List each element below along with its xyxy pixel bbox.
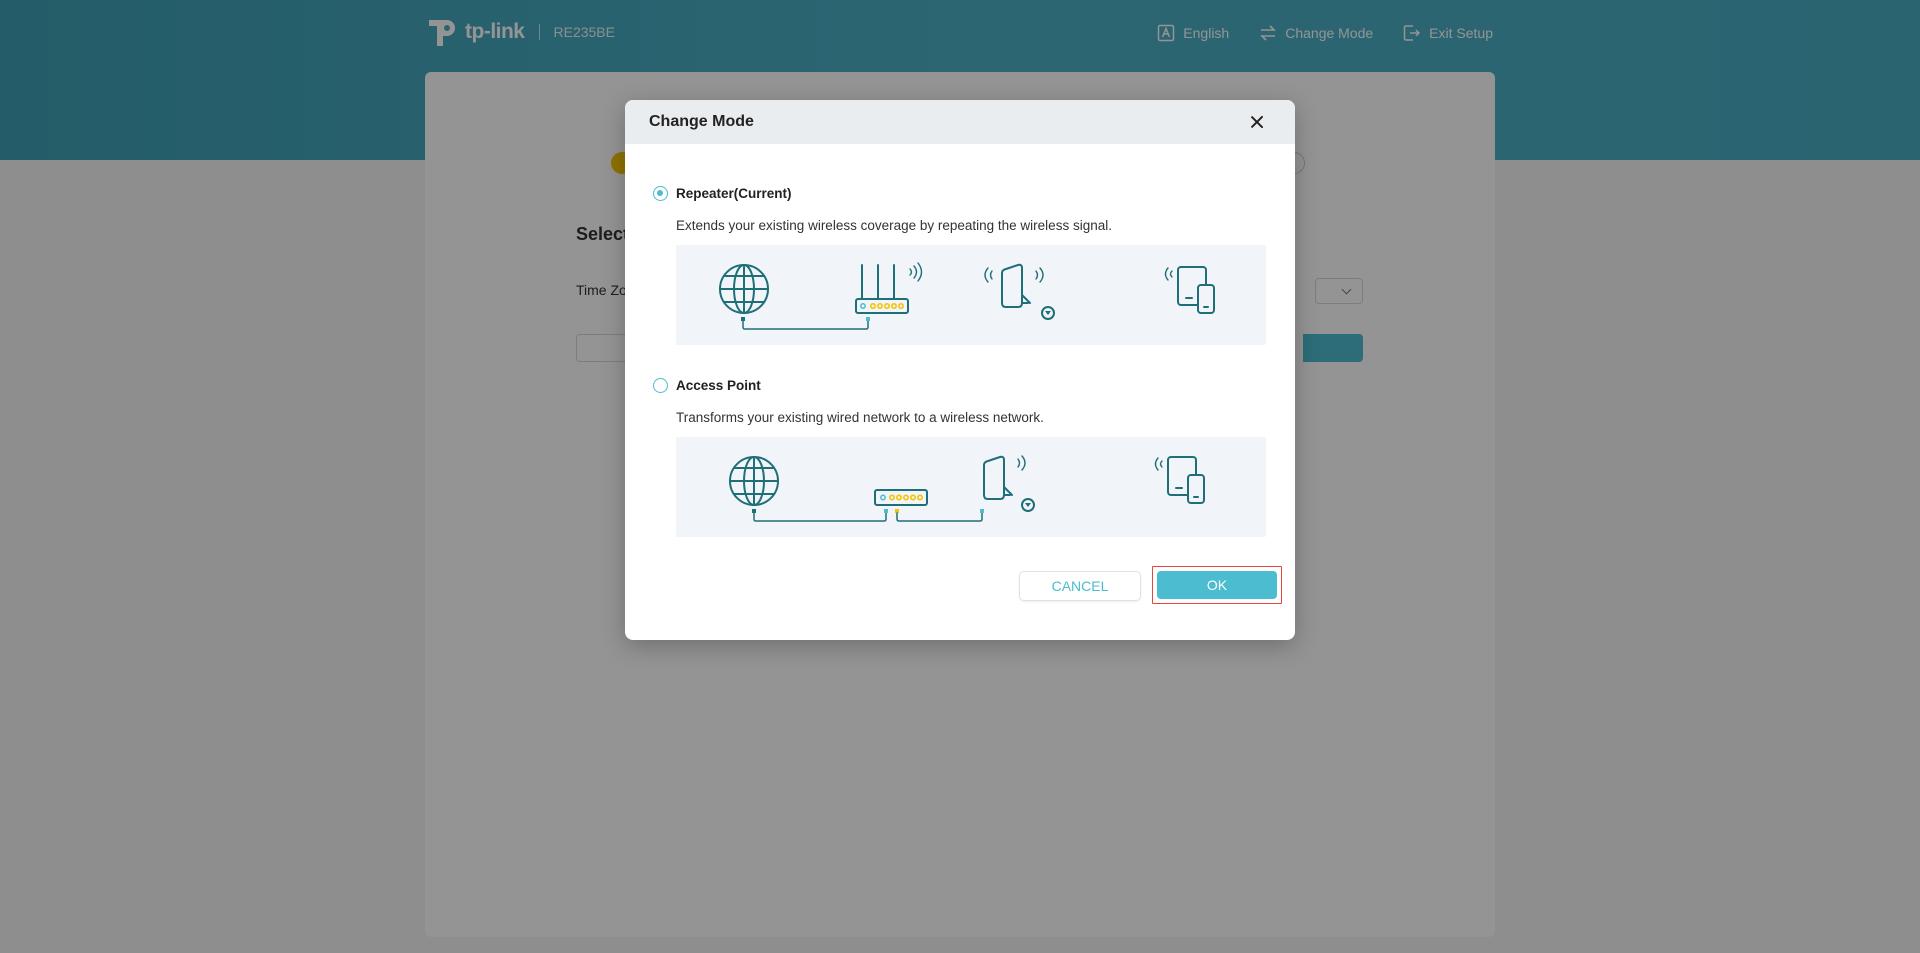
dialog-title: Change Mode [649, 113, 754, 130]
ok-button-highlight: OK [1152, 566, 1282, 604]
extender-icon [984, 263, 1055, 320]
devices-icon [1164, 266, 1215, 314]
switch-icon [874, 489, 928, 506]
access-point-description: Transforms your existing wired network t… [676, 410, 1044, 425]
close-icon[interactable] [1247, 112, 1267, 132]
access-point-label: Access Point [676, 378, 761, 393]
router-icon [855, 262, 923, 314]
ok-button[interactable]: OK [1157, 571, 1277, 599]
repeater-label: Repeater(Current) [676, 186, 792, 201]
repeater-radio[interactable] [653, 186, 668, 201]
repeater-diagram [676, 245, 1266, 345]
devices-icon [1154, 456, 1205, 504]
dialog-header: Change Mode [625, 100, 1295, 144]
dialog-actions: CANCEL OK [1020, 566, 1282, 604]
access-point-radio-row[interactable]: Access Point [653, 378, 1273, 393]
access-point-option: Access Point Transforms your existing wi… [653, 378, 1273, 537]
extender-icon [983, 455, 1035, 512]
cancel-button[interactable]: CANCEL [1020, 572, 1140, 600]
access-point-diagram [676, 437, 1266, 537]
change-mode-dialog: Change Mode Repeater(Current) Extends yo… [625, 100, 1295, 640]
repeater-option: Repeater(Current) Extends your existing … [653, 186, 1273, 345]
repeater-radio-row[interactable]: Repeater(Current) [653, 186, 1273, 201]
access-point-radio[interactable] [653, 378, 668, 393]
repeater-description: Extends your existing wireless coverage … [676, 218, 1112, 233]
globe-icon [719, 264, 769, 314]
globe-icon [729, 456, 779, 506]
